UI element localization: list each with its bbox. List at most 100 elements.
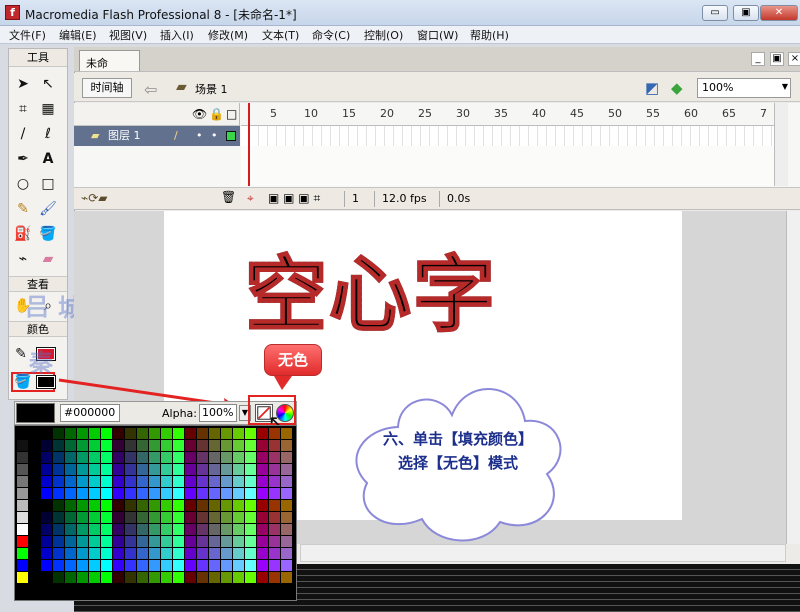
palette-swatch[interactable] [113, 536, 124, 547]
palette-swatch[interactable] [281, 560, 292, 571]
palette-swatch[interactable] [173, 452, 184, 463]
palette-swatch[interactable] [269, 524, 280, 535]
text-tool-icon[interactable]: A [38, 149, 58, 169]
palette-swatch[interactable] [113, 476, 124, 487]
palette-swatch[interactable] [53, 452, 64, 463]
palette-swatch[interactable] [113, 512, 124, 523]
palette-swatch[interactable] [257, 524, 268, 535]
palette-swatch[interactable] [125, 536, 136, 547]
palette-swatch[interactable] [221, 524, 232, 535]
document-tab[interactable]: 未命名-1* [79, 50, 140, 86]
minimize-button[interactable]: ▭ [702, 5, 728, 21]
palette-swatch[interactable] [281, 428, 292, 439]
palette-swatch[interactable] [257, 536, 268, 547]
palette-swatch[interactable] [89, 524, 100, 535]
pen-tool-icon[interactable]: ✒ [13, 149, 33, 169]
palette-swatch[interactable] [53, 524, 64, 535]
palette-swatch[interactable] [101, 536, 112, 547]
timeline-vertical-scrollbar[interactable] [774, 103, 788, 186]
palette-swatch[interactable] [173, 428, 184, 439]
palette-swatch[interactable] [149, 524, 160, 535]
layer-actions-icon[interactable]: ⌁⟳▰ [81, 191, 108, 205]
palette-swatch[interactable] [269, 440, 280, 451]
palette-swatch[interactable] [173, 536, 184, 547]
palette-swatch[interactable] [89, 452, 100, 463]
palette-swatch[interactable] [149, 428, 160, 439]
palette-swatch[interactable] [53, 440, 64, 451]
palette-swatch[interactable] [137, 464, 148, 475]
palette-swatch[interactable] [245, 452, 256, 463]
palette-swatch[interactable] [233, 440, 244, 451]
palette-swatch[interactable] [197, 488, 208, 499]
palette-swatch[interactable] [269, 452, 280, 463]
palette-swatch[interactable] [137, 488, 148, 499]
palette-swatch[interactable] [89, 572, 100, 583]
palette-swatch[interactable] [17, 500, 28, 511]
palette-swatch[interactable] [137, 428, 148, 439]
palette-swatch[interactable] [185, 512, 196, 523]
palette-swatch[interactable] [209, 428, 220, 439]
palette-swatch[interactable] [41, 548, 52, 559]
palette-swatch[interactable] [149, 572, 160, 583]
palette-swatch[interactable] [113, 428, 124, 439]
palette-swatch[interactable] [221, 452, 232, 463]
palette-swatch[interactable] [245, 476, 256, 487]
palette-swatch[interactable] [41, 464, 52, 475]
palette-swatch[interactable] [173, 476, 184, 487]
palette-swatch[interactable] [185, 572, 196, 583]
palette-swatch[interactable] [233, 476, 244, 487]
menu-insert[interactable]: 插入(I) [160, 27, 194, 43]
stage-vertical-scrollbar[interactable] [786, 211, 800, 544]
palette-swatch[interactable] [197, 524, 208, 535]
palette-swatch[interactable] [245, 524, 256, 535]
palette-swatch[interactable] [77, 572, 88, 583]
palette-swatch[interactable] [125, 476, 136, 487]
subselection-tool-icon[interactable]: ↖ [38, 74, 58, 94]
palette-swatch[interactable] [29, 524, 40, 535]
palette-swatch[interactable] [89, 464, 100, 475]
gradient-transform-tool-icon[interactable]: ▦ [38, 99, 58, 119]
palette-swatch[interactable] [233, 452, 244, 463]
palette-swatch[interactable] [197, 536, 208, 547]
palette-swatch[interactable] [221, 476, 232, 487]
palette-swatch[interactable] [197, 512, 208, 523]
palette-swatch[interactable] [245, 512, 256, 523]
palette-swatch[interactable] [185, 560, 196, 571]
palette-swatch[interactable] [101, 548, 112, 559]
palette-swatch[interactable] [65, 452, 76, 463]
palette-swatch[interactable] [281, 548, 292, 559]
palette-swatch[interactable] [41, 572, 52, 583]
palette-swatch[interactable] [149, 548, 160, 559]
palette-swatch[interactable] [17, 572, 28, 583]
palette-swatch[interactable] [161, 512, 172, 523]
palette-swatch[interactable] [125, 512, 136, 523]
palette-swatch[interactable] [269, 536, 280, 547]
palette-swatch[interactable] [161, 440, 172, 451]
palette-swatch[interactable] [17, 524, 28, 535]
palette-swatch[interactable] [125, 488, 136, 499]
palette-swatch[interactable] [101, 452, 112, 463]
back-arrow-icon[interactable]: ⇦ [144, 80, 157, 99]
palette-swatch[interactable] [233, 500, 244, 511]
palette-swatch[interactable] [185, 500, 196, 511]
timeline-button[interactable]: 时间轴 [82, 78, 132, 98]
palette-swatch[interactable] [41, 500, 52, 511]
palette-swatch[interactable] [53, 548, 64, 559]
palette-swatch[interactable] [233, 464, 244, 475]
palette-swatch[interactable] [233, 548, 244, 559]
palette-swatch[interactable] [77, 464, 88, 475]
palette-swatch[interactable] [221, 536, 232, 547]
palette-swatch[interactable] [65, 512, 76, 523]
palette-swatch[interactable] [233, 512, 244, 523]
lock-icon[interactable]: 🔒 [209, 107, 224, 121]
selection-tool-icon[interactable]: ➤ [13, 74, 33, 94]
palette-swatch[interactable] [101, 440, 112, 451]
palette-swatch[interactable] [89, 428, 100, 439]
palette-swatch[interactable] [149, 440, 160, 451]
palette-swatch[interactable] [77, 512, 88, 523]
palette-swatch[interactable] [125, 548, 136, 559]
palette-swatch[interactable] [125, 440, 136, 451]
palette-swatch[interactable] [269, 512, 280, 523]
rectangle-tool-icon[interactable]: □ [38, 174, 58, 194]
palette-swatch[interactable] [149, 536, 160, 547]
